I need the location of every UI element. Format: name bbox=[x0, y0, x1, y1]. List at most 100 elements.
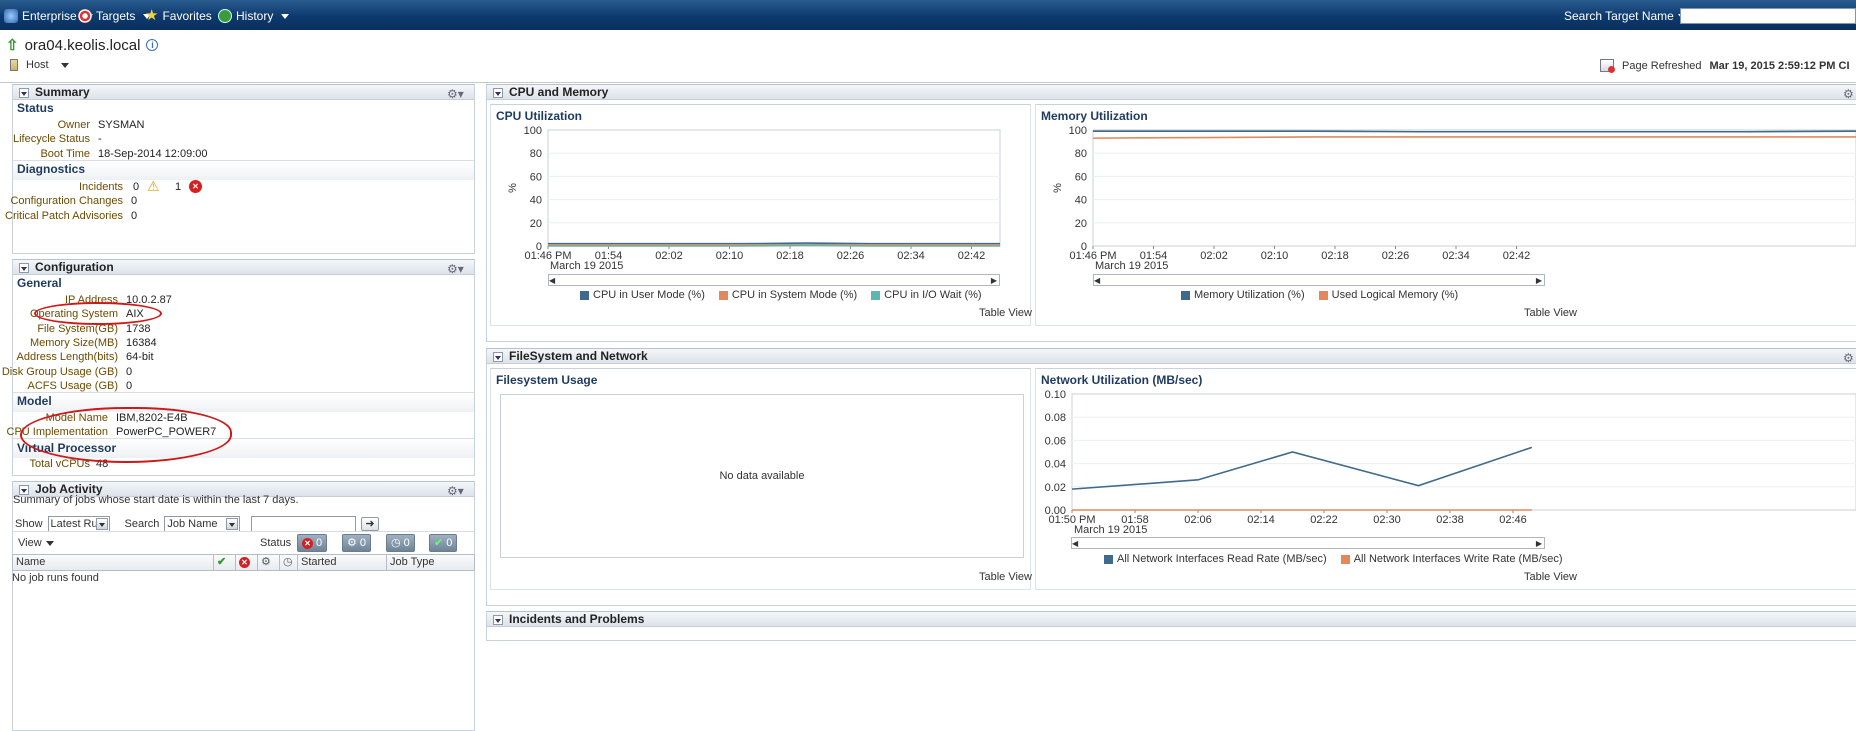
disk-group-value: 0 bbox=[126, 366, 133, 378]
show-select[interactable]: Latest Run bbox=[47, 516, 110, 532]
collapse-toggle-icon[interactable] bbox=[493, 88, 503, 98]
boot-time-label: Boot Time bbox=[40, 148, 90, 160]
network-time-scrollbar[interactable]: ◀ ▶ bbox=[1071, 537, 1545, 549]
host-menu[interactable]: Host bbox=[10, 59, 69, 71]
lifecycle-label: Lifecycle Status bbox=[12, 133, 90, 145]
host-icon bbox=[10, 59, 18, 71]
gear-icon[interactable]: ⚙▾ bbox=[447, 87, 464, 102]
status-failed-filter[interactable]: ✕ 0 bbox=[297, 534, 328, 552]
x-tick-label: 02:14 bbox=[1247, 514, 1275, 526]
view-menu[interactable]: View bbox=[13, 534, 59, 552]
cpu-chart-title: CPU Utilization bbox=[496, 109, 582, 123]
x-tick-label: 02:30 bbox=[1373, 514, 1401, 526]
x-tick-label: 02:42 bbox=[1503, 250, 1531, 262]
column-job-type[interactable]: Job Type bbox=[386, 555, 475, 570]
memory-table-view-link[interactable]: Table View bbox=[1524, 307, 1577, 319]
search-target-label: Search Target Name bbox=[1564, 9, 1674, 23]
favorites-menu-label: Favorites bbox=[162, 9, 212, 23]
refresh-icon[interactable] bbox=[1600, 59, 1615, 73]
arrow-right-icon: ➜ bbox=[365, 518, 375, 530]
critical-patch-label: Critical Patch Advisories bbox=[5, 210, 123, 222]
column-name[interactable]: Name bbox=[13, 555, 213, 570]
critical-patch-value[interactable]: 0 bbox=[131, 210, 137, 222]
status-scheduled-filter[interactable]: ◷ 0 bbox=[386, 534, 415, 552]
gear-icon[interactable]: ⚙▾ bbox=[447, 484, 464, 499]
x-tick-label: 02:18 bbox=[1321, 250, 1349, 262]
x-tick-label: 02:46 bbox=[1499, 514, 1527, 526]
network-table-view-link[interactable]: Table View bbox=[1524, 571, 1577, 583]
gear-icon[interactable]: ⚙ bbox=[1843, 351, 1854, 366]
x-date-label: March 19 2015 bbox=[550, 260, 623, 272]
succeeded-column-icon[interactable]: ✔ bbox=[213, 555, 235, 570]
gear-icon[interactable]: ⚙ bbox=[1843, 87, 1854, 102]
x-date-label: March 19 2015 bbox=[1074, 524, 1147, 534]
cpu-utilization-chart: 100806040200%01:46 PM 01:54 02:02 02:10 02:1… bbox=[507, 125, 1001, 272]
address-length-value: 64-bit bbox=[126, 351, 154, 363]
acfs-usage-value: 0 bbox=[126, 380, 133, 392]
filesystem-network-header[interactable]: FileSystem and Network ⚙ bbox=[487, 348, 1856, 366]
y-tick-label: 100 bbox=[1069, 125, 1087, 137]
status-problem-filter[interactable]: ⚙ 0 bbox=[342, 534, 371, 552]
info-icon[interactable]: i bbox=[146, 39, 159, 51]
memory-chart-title: Memory Utilization bbox=[1041, 109, 1148, 123]
failed-column-icon[interactable]: ✕ bbox=[235, 555, 257, 570]
problem-column-icon[interactable]: ⚙ bbox=[257, 555, 279, 570]
y-axis-label: % bbox=[507, 183, 519, 193]
memory-time-scrollbar[interactable]: ◀ ▶ bbox=[1093, 274, 1545, 286]
filesystem-table-view-link[interactable]: Table View bbox=[979, 571, 1032, 583]
collapse-toggle-icon[interactable] bbox=[493, 352, 503, 362]
legend-item: Used Logical Memory (%) bbox=[1318, 289, 1458, 301]
x-tick-label: 02:18 bbox=[776, 250, 804, 262]
clock-column-icon[interactable]: ◷ bbox=[279, 555, 297, 570]
incidents-problems-header[interactable]: Incidents and Problems bbox=[487, 611, 1856, 627]
collapse-toggle-icon[interactable] bbox=[493, 615, 503, 625]
collapse-toggle-icon[interactable] bbox=[19, 88, 29, 98]
network-utilization-chart: 0.100.080.060.040.020.0001:50 PM 01:58 02:… bbox=[1045, 389, 1856, 534]
search-target-input[interactable] bbox=[1680, 8, 1856, 24]
job-table-header: Name ✔ ✕ ⚙ ◷ Started Job Type bbox=[12, 554, 475, 571]
network-chart-legend: All Network Interfaces Read Rate (MB/sec… bbox=[1104, 553, 1563, 565]
collapse-toggle-icon[interactable] bbox=[19, 263, 29, 273]
summary-header[interactable]: Summary ⚙▾ bbox=[13, 84, 474, 102]
targets-menu[interactable]: Targets bbox=[78, 9, 152, 23]
cpu-memory-header[interactable]: CPU and Memory ⚙ bbox=[487, 84, 1856, 102]
y-tick-label: 20 bbox=[1075, 218, 1087, 230]
search-target-name-dropdown[interactable]: Search Target Name bbox=[1564, 9, 1686, 23]
cpu-chart-legend: CPU in User Mode (%) CPU in System Mode … bbox=[580, 289, 982, 301]
status-succeeded-filter[interactable]: ✔ 0 bbox=[429, 534, 458, 552]
incidents-warning-count[interactable]: 0 bbox=[133, 181, 139, 193]
file-system-value: 1738 bbox=[126, 323, 151, 335]
y-tick-label: 80 bbox=[1075, 148, 1087, 160]
incidents-problems-panel: Incidents and Problems bbox=[486, 611, 1856, 641]
legend-item: Memory Utilization (%) bbox=[1181, 289, 1305, 301]
series-line bbox=[548, 242, 1000, 245]
y-axis-label: % bbox=[1052, 183, 1064, 193]
column-started[interactable]: Started bbox=[297, 555, 386, 570]
incidents-critical-count[interactable]: 1 bbox=[175, 181, 181, 193]
job-search-input[interactable] bbox=[251, 516, 357, 532]
config-changes-value[interactable]: 0 bbox=[131, 195, 137, 207]
cpu-time-scrollbar[interactable]: ◀ ▶ bbox=[548, 274, 1000, 286]
plot-area bbox=[1071, 393, 1856, 511]
gear-icon[interactable]: ⚙▾ bbox=[447, 262, 464, 277]
configuration-header[interactable]: Configuration ⚙▾ bbox=[13, 259, 474, 277]
x-tick-label: 02:10 bbox=[716, 250, 744, 262]
favorites-menu[interactable]: ★ Favorites bbox=[145, 8, 228, 23]
lifecycle-value: - bbox=[98, 133, 102, 145]
x-tick-label: 02:02 bbox=[655, 250, 683, 262]
y-tick-label: 20 bbox=[530, 218, 542, 230]
search-by-select[interactable]: Job Name bbox=[164, 516, 241, 532]
y-tick-label: 0.10 bbox=[1045, 389, 1066, 401]
search-go-button[interactable]: ➜ bbox=[361, 517, 379, 531]
history-icon bbox=[218, 9, 232, 23]
legend-item: All Network Interfaces Read Rate (MB/sec… bbox=[1104, 553, 1327, 565]
disk-group-label: Disk Group Usage (GB) bbox=[1, 366, 118, 378]
legend-item: CPU in I/O Wait (%) bbox=[871, 289, 982, 301]
memory-chart-legend: Memory Utilization (%) Used Logical Memo… bbox=[1181, 289, 1458, 301]
plot-area bbox=[1092, 129, 1856, 247]
legend-label: CPU in I/O Wait (%) bbox=[884, 289, 982, 301]
x-tick-label: 02:42 bbox=[958, 250, 986, 262]
y-tick-label: 60 bbox=[1075, 171, 1087, 183]
history-menu[interactable]: History bbox=[218, 9, 290, 23]
cpu-table-view-link[interactable]: Table View bbox=[979, 307, 1032, 319]
